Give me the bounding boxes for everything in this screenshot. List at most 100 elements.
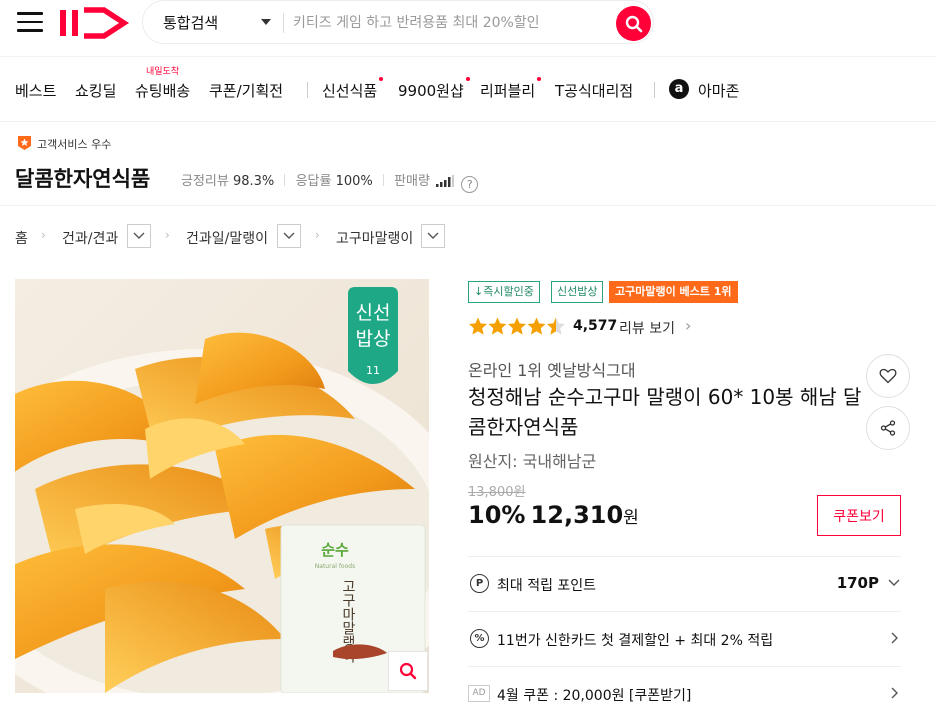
search-icon: [625, 15, 642, 32]
menu-label: 9900원샵: [398, 82, 464, 100]
breadcrumb-dropdown[interactable]: [421, 224, 445, 248]
breadcrumb-category-2[interactable]: 건과일/말랭이: [186, 228, 268, 248]
divider: [382, 174, 384, 186]
positive-review-value: 98.3%: [232, 174, 275, 189]
search-bar: 통합검색: [142, 0, 654, 44]
discount-rate: 10%: [468, 501, 526, 529]
divider: [283, 13, 284, 33]
search-icon: [399, 662, 417, 680]
row-divider: [468, 666, 901, 667]
response-rate-label: 응답률: [295, 174, 332, 189]
new-dot: [537, 77, 542, 81]
chevron-right-icon: [891, 632, 898, 644]
coupon-view-button[interactable]: 쿠폰보기: [817, 495, 901, 536]
sales-volume-label: 판매량: [394, 174, 430, 189]
chevron-down-icon: [133, 232, 145, 239]
chevron-down-icon: [427, 232, 439, 239]
review-link[interactable]: 리뷰 보기: [619, 318, 675, 338]
menu-divider: [307, 82, 308, 98]
point-icon: P: [470, 574, 489, 593]
section-divider: [0, 205, 936, 206]
product-subtitle: 온라인 1위 옛날방식그대: [468, 361, 636, 380]
menu-item-fresh-food[interactable]: 신선식품: [322, 77, 384, 101]
header: 통합검색: [0, 0, 936, 46]
rating-stars: [469, 317, 565, 335]
menu-label: 리퍼블리: [480, 82, 536, 100]
menu-item-best[interactable]: 베스트: [15, 80, 56, 101]
seller-stats: 긍정리뷰 98.3% 응답률 100% 판매량 ?: [181, 170, 479, 193]
breadcrumb-dropdown[interactable]: [277, 224, 301, 248]
sales-level-icon: [436, 175, 455, 187]
product-image[interactable]: 신선 밥상 11 순수 Natural foods 고구마말랭이: [15, 279, 429, 693]
benefit-text: 최대 적립 포인트: [497, 578, 597, 594]
badge-label: 신선: [356, 302, 391, 324]
search-input[interactable]: [293, 9, 603, 37]
ad-badge: AD: [468, 685, 490, 702]
instant-discount-tag: ↓즉시할인중: [468, 281, 540, 303]
benefit-text: 4월 쿠폰 : 20,000원 [쿠폰받기]: [497, 688, 692, 704]
chevron-right-icon: ›: [41, 228, 46, 242]
breadcrumb-category-1[interactable]: 건과/견과: [62, 228, 118, 248]
row-divider: [468, 611, 901, 612]
caret-down-icon[interactable]: [261, 19, 271, 25]
chevron-right-icon: ›: [165, 228, 170, 242]
search-type-select[interactable]: 통합검색: [163, 12, 218, 33]
menu-item-refurbly[interactable]: 리퍼블리: [480, 77, 542, 101]
response-rate-value: 100%: [335, 174, 373, 189]
amazon-icon[interactable]: a: [669, 79, 689, 99]
search-button[interactable]: [616, 6, 651, 41]
badge-label: 밥상: [356, 328, 391, 350]
chevron-right-icon[interactable]: ›: [685, 316, 691, 335]
heart-icon: [879, 368, 897, 384]
divider: [284, 174, 286, 186]
benefit-value: 170P: [836, 574, 879, 592]
pack-brand-sub: Natural foods: [315, 563, 355, 570]
breadcrumb-category-3[interactable]: 고구마말랭이: [336, 228, 413, 248]
seller-name[interactable]: 달콤한자연식품: [15, 163, 150, 193]
menu-divider: [654, 82, 655, 98]
breadcrumb-dropdown[interactable]: [127, 224, 151, 248]
best-rank-tag: 고구마말랭이 베스트 1위: [609, 281, 738, 303]
zoom-button[interactable]: [388, 651, 428, 691]
menu-item-shocking-deal[interactable]: 쇼킹딜: [75, 80, 116, 101]
currency-label: 원: [623, 508, 639, 528]
menu-label: 신선식품: [322, 82, 378, 100]
menu-item-shooting-delivery[interactable]: 슈팅배송: [135, 80, 190, 101]
chevron-right-icon: ›: [315, 228, 320, 242]
menu-icon[interactable]: [17, 12, 43, 32]
sale-price: 10% 12,310원: [468, 501, 639, 529]
11st-logo[interactable]: [58, 7, 132, 39]
menu-item-9900-shop[interactable]: 9900원샵: [398, 77, 470, 101]
new-dot: [465, 77, 470, 81]
breadcrumb-home[interactable]: 홈: [15, 228, 28, 248]
help-icon[interactable]: ?: [461, 176, 479, 193]
price-value: 12,310: [530, 501, 624, 529]
review-count[interactable]: 4,577: [573, 318, 617, 334]
sweet-potato-photo: 신선 밥상 11 순수 Natural foods 고구마말랭이: [15, 287, 429, 693]
card-discount-row[interactable]: % 11번가 신한카드 첫 결제할인 + 최대 2% 적립: [468, 620, 901, 658]
menu-item-coupon[interactable]: 쿠폰/기획전: [209, 80, 283, 101]
max-points-row[interactable]: P 최대 적립 포인트 170P: [468, 565, 901, 603]
menu-item-t-agency[interactable]: T공식대리점: [555, 80, 633, 101]
percent-icon: %: [470, 629, 489, 648]
best-seller-badge-icon: [18, 136, 31, 150]
star-icon: [469, 317, 487, 335]
chevron-right-icon: [891, 687, 898, 699]
product-origin: 원산지: 국내해남군: [468, 452, 597, 471]
share-button[interactable]: [866, 406, 910, 450]
category-menu: 내일도착 베스트 쇼킹딜 슈팅배송 쿠폰/기획전 신선식품 9900원샵 리퍼블…: [0, 56, 936, 122]
next-day-badge: 내일도착: [146, 67, 180, 77]
menu-item-amazon[interactable]: 아마존: [698, 80, 739, 101]
share-icon: [880, 420, 896, 436]
star-icon: [527, 317, 546, 335]
new-dot: [379, 77, 384, 81]
original-price: 13,800원: [468, 485, 526, 500]
badge-logo: 11: [366, 364, 380, 377]
positive-review-label: 긍정리뷰: [181, 174, 229, 189]
monthly-coupon-row[interactable]: AD 4월 쿠폰 : 20,000원 [쿠폰받기]: [468, 675, 901, 713]
row-divider: [468, 556, 901, 557]
wishlist-button[interactable]: [866, 354, 910, 398]
benefit-text: 11번가 신한카드 첫 결제할인 + 최대 2% 적립: [497, 633, 774, 649]
star-icon: [488, 317, 507, 335]
chevron-down-icon: [888, 579, 900, 586]
